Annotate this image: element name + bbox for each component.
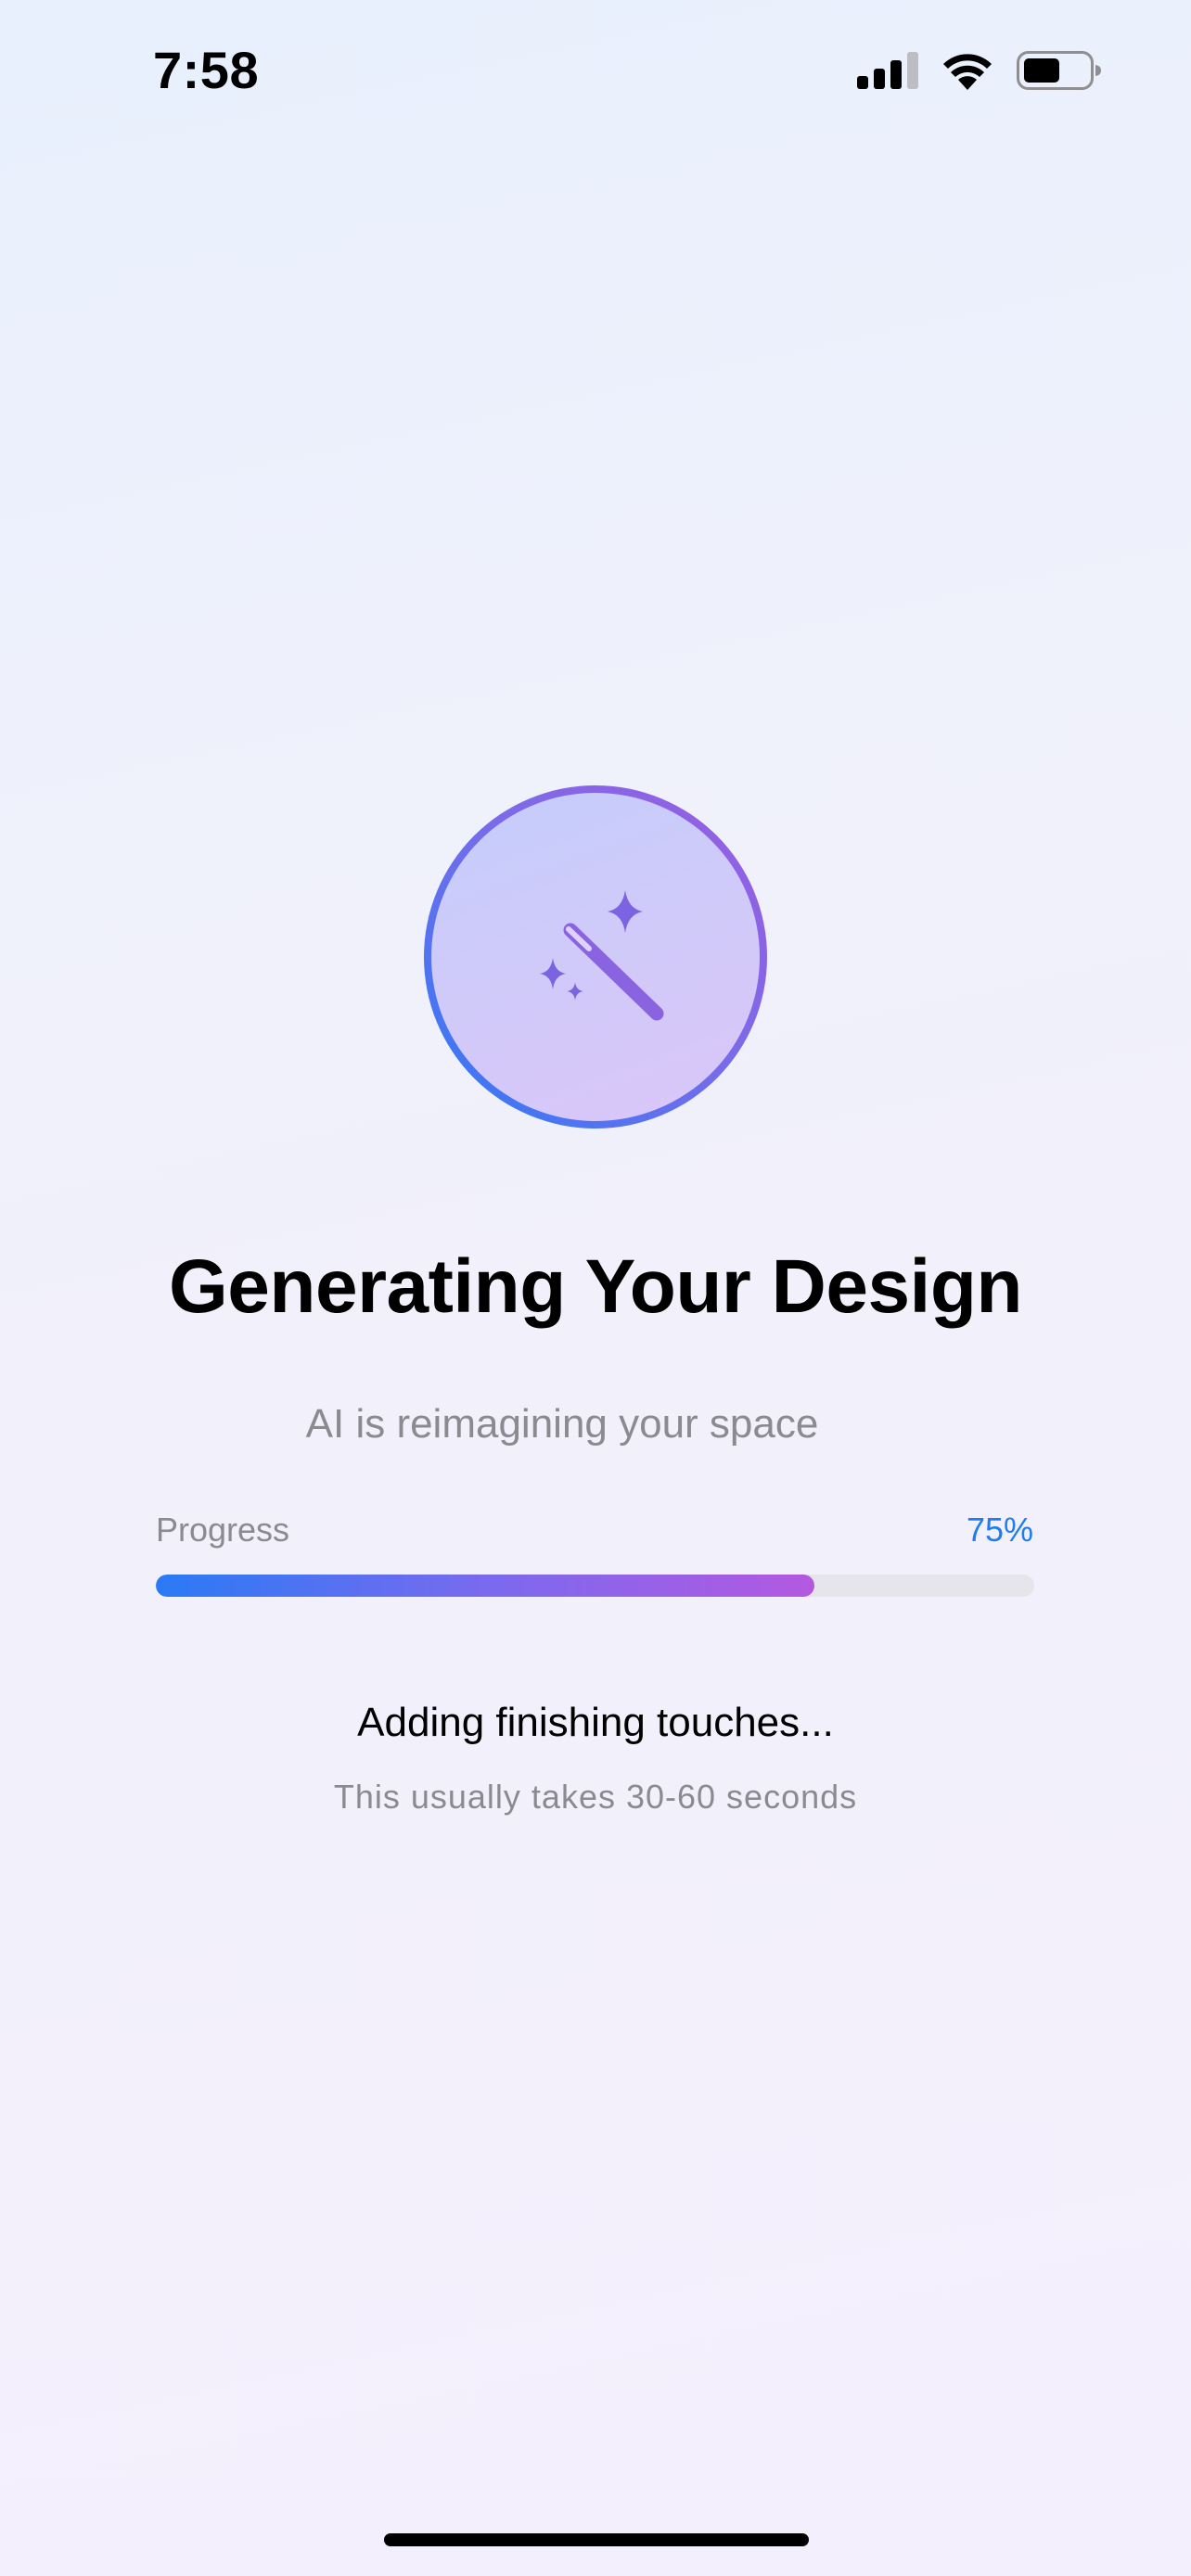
- status-message: Adding finishing touches...: [357, 1700, 834, 1745]
- progress-percentage: 75%: [966, 1511, 1033, 1549]
- progress-bar-fill: [156, 1575, 815, 1597]
- page-title: Generating Your Design: [168, 1244, 1023, 1329]
- status-bar: 7:58: [0, 0, 1191, 139]
- cellular-signal-icon: [857, 52, 918, 89]
- page-subtitle: AI is reimagining your space: [305, 1401, 819, 1447]
- magic-wand-icon: [540, 890, 664, 1021]
- progress-bar: [156, 1575, 1034, 1597]
- hero-badge-inner: [431, 793, 760, 1121]
- status-icons: [857, 45, 1102, 96]
- home-indicator[interactable]: [384, 2533, 809, 2546]
- status-hint: This usually takes 30-60 seconds: [333, 1778, 858, 1816]
- status-time: 7:58: [153, 41, 260, 99]
- wifi-icon: [943, 54, 992, 90]
- hero-badge: [424, 785, 767, 1129]
- progress-label: Progress: [156, 1511, 290, 1549]
- battery-icon: [1017, 51, 1101, 90]
